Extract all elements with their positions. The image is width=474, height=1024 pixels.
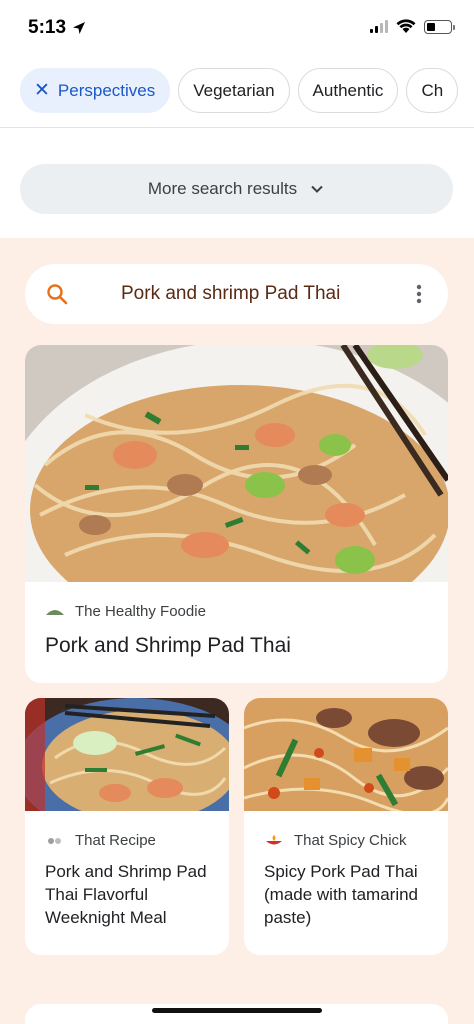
card-title[interactable]: Pork and Shrimp Pad Thai <box>45 634 291 658</box>
search-icon[interactable] <box>45 282 69 306</box>
source-name: That Recipe <box>75 832 156 849</box>
clock: 5:13 <box>28 17 67 38</box>
card-title: Pork and Shrimp Pad Thai Flavorful Weekn… <box>45 862 207 927</box>
chip-authentic[interactable]: Authentic <box>297 68 399 113</box>
signal-icon <box>370 20 388 33</box>
more-results-label: More search results <box>147 179 298 198</box>
close-icon[interactable]: ✕ <box>34 79 50 102</box>
more-vert-icon[interactable] <box>416 284 422 304</box>
card-source: That Recipe <box>45 832 156 849</box>
status-time: 5:13 <box>28 17 87 39</box>
chip-partial[interactable]: Ch <box>406 68 459 113</box>
source-favicon-icon <box>48 837 61 844</box>
perspectives-search-bar[interactable]: Pork and shrimp Pad Thai <box>25 264 448 324</box>
card-source: The Healthy Foodie <box>45 603 206 620</box>
status-icons <box>370 19 455 34</box>
status-bar: 5:13 <box>0 0 474 58</box>
result-card[interactable]: That Spicy Chick Spicy Pork Pad Thai (ma… <box>244 698 448 955</box>
chip-label: Perspectives <box>57 80 156 100</box>
pad-thai-image <box>244 698 448 816</box>
card-title: Spicy Pork Pad Thai (made with tamarind … <box>264 862 419 927</box>
divider <box>0 127 474 128</box>
source-name: That Spicy Chick <box>294 832 407 849</box>
chip-label: Vegetarian <box>193 80 275 100</box>
source-name: The Healthy Foodie <box>75 603 206 620</box>
chip-label: Authentic <box>312 80 384 100</box>
search-query: Pork and shrimp Pad Thai <box>121 283 341 304</box>
location-arrow-icon <box>73 22 86 34</box>
next-result-card[interactable] <box>25 1004 448 1024</box>
source-favicon-icon <box>266 834 282 844</box>
chip-vegetarian[interactable]: Vegetarian <box>178 68 290 113</box>
chevron-down-icon <box>311 185 323 193</box>
source-favicon-icon <box>46 609 64 615</box>
pad-thai-image <box>25 698 229 838</box>
battery-icon <box>424 19 455 34</box>
result-card[interactable]: The Healthy Foodie <box>25 345 448 683</box>
home-indicator[interactable] <box>152 1008 322 1013</box>
filter-chips: ✕ Perspectives Vegetarian Authentic Ch <box>20 68 474 114</box>
wifi-icon <box>396 19 416 33</box>
card-source: That Spicy Chick <box>264 832 407 849</box>
chip-label: Ch <box>421 80 444 100</box>
chip-perspectives[interactable]: ✕ Perspectives <box>20 68 171 113</box>
result-card[interactable]: That Recipe Pork and Shrimp Pad Thai Fla… <box>25 698 229 955</box>
more-search-results-button[interactable]: More search results <box>20 164 453 214</box>
pad-thai-image <box>25 345 448 683</box>
